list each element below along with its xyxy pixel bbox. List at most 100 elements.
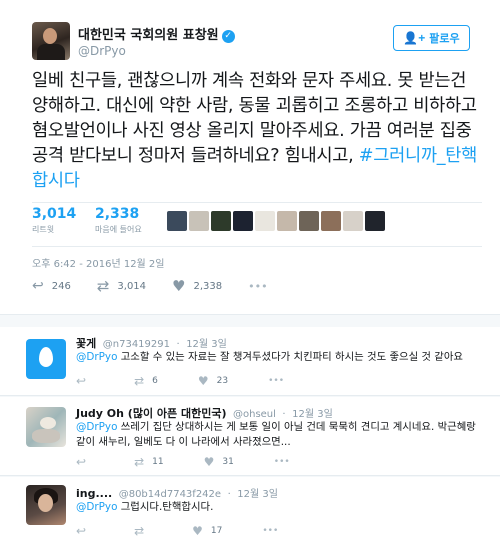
retweets-stat[interactable]: 3,014 리트윗	[32, 206, 76, 235]
reply-author-handle[interactable]: @80b14d7743f242e	[119, 489, 221, 500]
reply-button[interactable]: ↩	[76, 455, 94, 469]
retweet-button[interactable]: ⇄ 11	[134, 455, 164, 469]
likes-stat[interactable]: 2,338 마음에 들어요	[95, 206, 142, 235]
verified-badge-icon: ✓	[221, 30, 235, 43]
reply-date[interactable]: 12월 3일	[237, 489, 278, 500]
liker-avatars	[167, 211, 385, 231]
follow-button[interactable]: 👤+ 팔로우	[393, 25, 470, 51]
reply-icon: ↩	[32, 278, 44, 294]
more-icon: •••	[248, 279, 268, 293]
reply-avatar[interactable]	[26, 407, 66, 447]
like-button[interactable]: ♥ 17	[192, 524, 222, 538]
liker-avatar[interactable]	[167, 211, 187, 231]
more-button[interactable]: •••	[268, 376, 284, 386]
reply-text: @DrPyo 그럽시다.탄핵합시다.	[76, 500, 486, 515]
mention-link[interactable]: @DrPyo	[76, 501, 117, 513]
add-user-icon: 👤+	[403, 31, 426, 45]
reply-date[interactable]: 12월 3일	[292, 409, 333, 420]
retweet-icon: ⇄	[134, 524, 145, 538]
author-avatar[interactable]	[32, 22, 70, 60]
retweet-icon: ⇄	[134, 455, 145, 469]
reply-date[interactable]: 12월 3일	[186, 339, 227, 350]
reply-author-handle[interactable]: @ohseul	[233, 409, 276, 420]
likes-count: 2,338	[95, 206, 140, 222]
reply-button[interactable]: ↩	[76, 374, 94, 388]
reply-text-body: 그럽시다.탄핵합시다.	[117, 501, 214, 513]
reply-text: @DrPyo 쓰레기 집단 상대하시는 게 보통 일이 아닐 건데 묵묵히 견디…	[76, 420, 486, 450]
author-name-text[interactable]: 대한민국 국회의원 표창원	[78, 28, 219, 43]
divider	[32, 246, 482, 247]
tweet-actions: ↩ 246 ⇄ 3,014 ♥ 2,338 •••	[32, 277, 294, 295]
heart-icon: ♥	[172, 277, 186, 295]
like-count: 31	[222, 457, 234, 467]
reply-header: Judy Oh (많이 아픈 대한민국) @ohseul · 12월 3일	[76, 407, 333, 420]
retweets-count: 3,014	[32, 206, 77, 222]
liker-avatar[interactable]	[255, 211, 275, 231]
retweet-button[interactable]: ⇄	[134, 524, 152, 538]
liker-avatar[interactable]	[211, 211, 231, 231]
liker-avatar[interactable]	[189, 211, 209, 231]
reply-button[interactable]: ↩	[76, 524, 94, 538]
divider	[32, 202, 482, 203]
main-tweet: 대한민국 국회의원 표창원 ✓ @DrPyo 👤+ 팔로우 일베 친구들, 괜찮으…	[0, 0, 500, 305]
replies-list: 꽃게 @n73419291 · 12월 3일 @DrPyo 고소할 수 있는 자…	[0, 314, 500, 543]
retweet-button[interactable]: ⇄ 3,014	[97, 277, 146, 295]
like-count: 2,338	[193, 280, 223, 292]
like-button[interactable]: ♥ 23	[198, 374, 228, 388]
tweet-timestamp[interactable]: 오후 6:42 - 2016년 12월 2일	[32, 255, 165, 270]
liker-avatar[interactable]	[277, 211, 297, 231]
reply-author-name[interactable]: 꽃게	[76, 337, 96, 350]
retweet-icon: ⇄	[134, 374, 145, 388]
retweet-button[interactable]: ⇄ 6	[134, 374, 158, 388]
more-button[interactable]: •••	[262, 526, 278, 536]
retweet-icon: ⇄	[96, 277, 110, 295]
heart-icon: ♥	[197, 374, 209, 388]
like-count: 17	[210, 526, 223, 536]
reply-icon: ↩	[76, 374, 87, 388]
liker-avatar[interactable]	[365, 211, 385, 231]
reply-item[interactable]: 꽃게 @n73419291 · 12월 3일 @DrPyo 고소할 수 있는 자…	[0, 327, 500, 396]
tweet-stats: 3,014 리트윗 2,338 마음에 들어요	[32, 202, 482, 250]
author-handle[interactable]: @DrPyo	[78, 44, 126, 58]
reply-item[interactable]: ing.... @80b14d7743f242e · 12월 3일 @DrPyo…	[0, 477, 500, 543]
heart-icon: ♥	[192, 524, 203, 538]
reply-header: 꽃게 @n73419291 · 12월 3일	[76, 337, 227, 350]
liker-avatar[interactable]	[321, 211, 341, 231]
liker-avatar[interactable]	[233, 211, 253, 231]
reply-button[interactable]: ↩ 246	[32, 278, 71, 294]
tweet-text: 일베 친구들, 괜찮으니까 계속 전화와 문자 주세요. 못 받는건 양해하고.…	[32, 69, 482, 194]
mention-link[interactable]: @DrPyo	[76, 421, 117, 433]
reply-avatar[interactable]	[26, 339, 66, 379]
retweets-label: 리트윗	[32, 225, 55, 234]
author-name[interactable]: 대한민국 국회의원 표창원 ✓	[78, 24, 235, 43]
reply-avatar[interactable]	[26, 485, 66, 525]
reply-actions: ↩ ⇄ ♥ 17 •••	[76, 524, 318, 538]
retweet-count: 11	[152, 457, 164, 467]
more-icon: •••	[268, 376, 285, 386]
reply-author-handle[interactable]: @n73419291	[103, 339, 170, 350]
reply-text: @DrPyo 고소할 수 있는 자료는 잘 챙겨두셨다가 치킨파티 하시는 것도…	[76, 350, 486, 365]
more-icon: •••	[262, 526, 279, 536]
like-button[interactable]: ♥ 2,338	[172, 277, 222, 295]
retweet-count: 3,014	[117, 280, 147, 292]
liker-avatar[interactable]	[343, 211, 363, 231]
reply-header: ing.... @80b14d7743f242e · 12월 3일	[76, 487, 278, 500]
reply-author-name[interactable]: Judy Oh (많이 아픈 대한민국)	[76, 407, 226, 420]
follow-button-label: 팔로우	[429, 33, 460, 45]
more-button[interactable]: •••	[274, 457, 290, 467]
like-button[interactable]: ♥ 31	[204, 455, 234, 469]
reply-actions: ↩ ⇄ 6 ♥ 23 •••	[76, 374, 324, 388]
mention-link[interactable]: @DrPyo	[76, 351, 117, 363]
reply-text-body: 쓰레기 집단 상대하시는 게 보통 일이 아닐 건데 묵묵히 견디고 계시네요.…	[76, 421, 476, 448]
likes-label: 마음에 들어요	[95, 225, 142, 234]
like-count: 23	[216, 376, 229, 386]
more-button[interactable]: •••	[248, 280, 267, 293]
more-icon: •••	[273, 457, 290, 467]
reply-count: 246	[51, 280, 71, 292]
reply-author-name[interactable]: ing....	[76, 487, 112, 500]
reply-item[interactable]: Judy Oh (많이 아픈 대한민국) @ohseul · 12월 3일 @D…	[0, 397, 500, 476]
reply-icon: ↩	[76, 524, 87, 538]
retweet-count: 6	[152, 376, 158, 386]
reply-text-body: 고소할 수 있는 자료는 잘 챙겨두셨다가 치킨파티 하시는 것도 좋으실 것 …	[117, 351, 463, 363]
liker-avatar[interactable]	[299, 211, 319, 231]
